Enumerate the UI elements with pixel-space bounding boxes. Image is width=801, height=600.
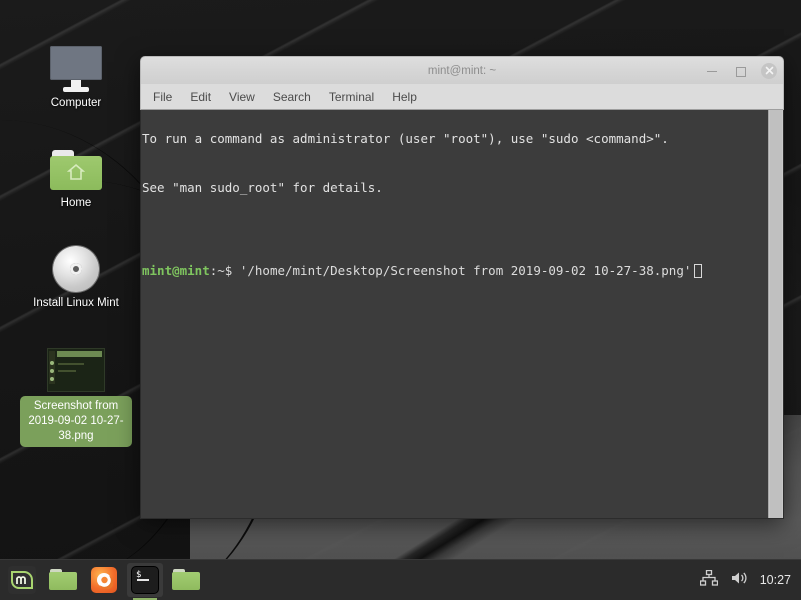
menu-item-file[interactable]: File — [153, 90, 172, 104]
system-tray: 10:27 — [699, 569, 801, 591]
prompt-user-host: mint@mint — [142, 262, 210, 278]
desktop-icon-label: Home — [60, 197, 92, 209]
taskbar-launchers: $ — [0, 563, 204, 600]
terminal-menubar: File Edit View Search Terminal Help — [140, 84, 784, 110]
terminal-prompt-line: mint@mint:~$ '/home/mint/Desktop/Screens… — [142, 262, 703, 278]
terminal-window-button[interactable]: $ — [127, 563, 163, 600]
prompt-path-symbol: :~$ — [209, 262, 233, 278]
cd-disc-icon — [20, 236, 132, 292]
home-glyph — [67, 163, 85, 180]
desktop-icon-install-linux-mint[interactable]: Install Linux Mint — [20, 236, 132, 311]
terminal-icon: $ — [131, 566, 159, 594]
minimize-icon[interactable] — [705, 64, 719, 78]
desktop-icon-label: Install Linux Mint — [33, 297, 119, 309]
window-title: mint@mint: ~ — [427, 64, 497, 77]
taskbar: $ 10:27 — [0, 559, 801, 600]
desktop-screen: Computer Home Install Linux Mint Screens… — [0, 0, 801, 600]
folder-home-icon — [20, 136, 132, 192]
desktop-icon-home[interactable]: Home — [20, 136, 132, 211]
maximize-icon[interactable] — [733, 64, 747, 78]
desktop-icon-screenshot-file[interactable]: Screenshot from 2019-09-02 10-27-38.png — [20, 336, 132, 447]
scrollbar-thumb[interactable] — [770, 110, 782, 518]
terminal-body[interactable]: To run a command as administrator (user … — [140, 110, 784, 519]
terminal-cursor — [694, 263, 703, 278]
files-window-button[interactable] — [168, 563, 204, 597]
firefox-launcher[interactable] — [86, 563, 122, 597]
mint-logo-icon — [8, 566, 36, 594]
firefox-icon — [91, 567, 117, 593]
terminal-titlebar[interactable]: mint@mint: ~ — [140, 56, 784, 84]
monitor-icon — [20, 36, 132, 92]
folder-icon — [49, 569, 77, 591]
terminal-window[interactable]: mint@mint: ~ File Edit View Search Termi… — [140, 56, 784, 519]
volume-icon[interactable] — [730, 570, 748, 591]
desktop-icon-label: Screenshot from 2019-09-02 10-27-38.png — [20, 396, 132, 447]
menu-item-help[interactable]: Help — [392, 90, 417, 104]
menu-item-search[interactable]: Search — [273, 90, 311, 104]
close-icon[interactable] — [761, 62, 777, 79]
terminal-output-line-2: See "man sudo_root" for details. — [142, 180, 383, 195]
terminal-command-text: '/home/mint/Desktop/Screenshot from 2019… — [232, 262, 692, 278]
file-manager-launcher[interactable] — [45, 563, 81, 597]
mint-menu-button[interactable] — [4, 563, 40, 597]
desktop-icon-computer[interactable]: Computer — [20, 36, 132, 111]
desktop-icon-label: Computer — [50, 97, 102, 109]
window-controls — [705, 57, 777, 84]
menu-item-view[interactable]: View — [229, 90, 255, 104]
terminal-output: To run a command as administrator (user … — [142, 114, 761, 296]
folder-icon — [172, 569, 200, 591]
menu-item-terminal[interactable]: Terminal — [329, 90, 374, 104]
terminal-output-line-1: To run a command as administrator (user … — [142, 130, 669, 146]
menu-item-edit[interactable]: Edit — [190, 90, 211, 104]
image-thumbnail-icon — [20, 336, 132, 392]
network-icon[interactable] — [699, 569, 718, 591]
clock[interactable]: 10:27 — [760, 573, 791, 587]
terminal-scrollbar[interactable] — [768, 110, 783, 518]
